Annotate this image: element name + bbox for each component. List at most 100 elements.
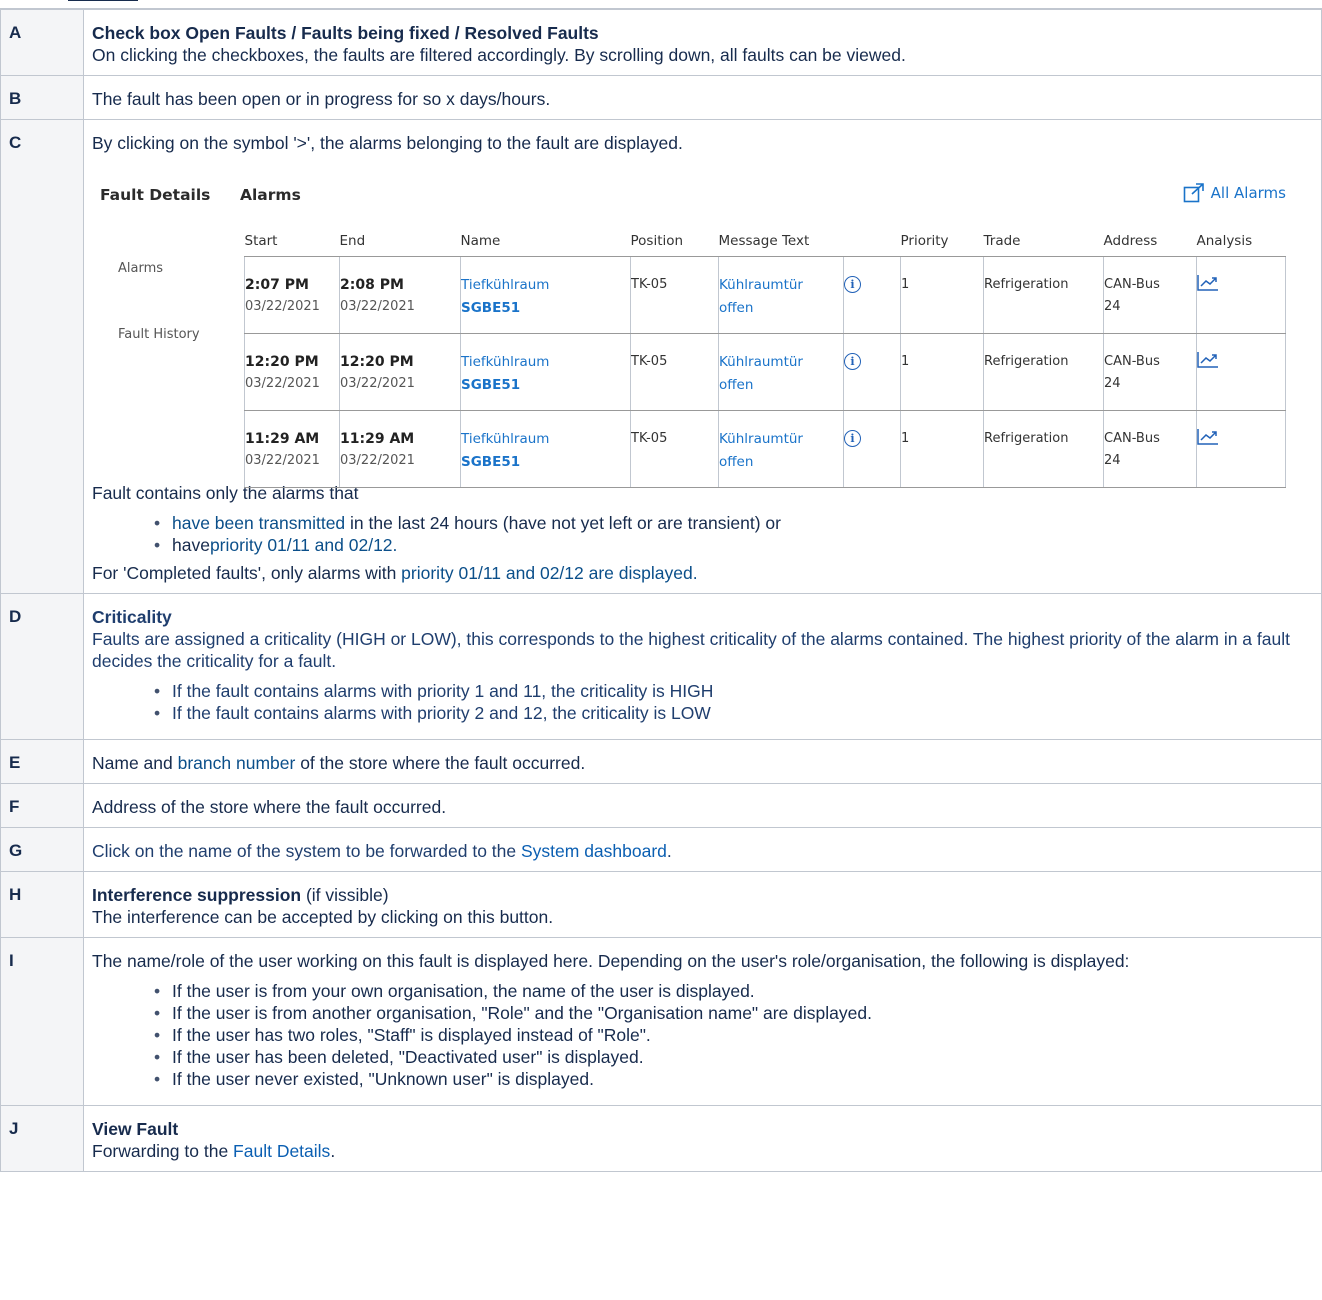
address-cell: CAN-Bus 24 [1103, 256, 1197, 334]
column-header: Trade [983, 230, 1104, 257]
row-key: D [0, 593, 84, 740]
trend-chart-icon[interactable] [1197, 274, 1219, 292]
title-separator: / [449, 23, 465, 43]
row-content: The fault has been open or in progress f… [83, 75, 1322, 120]
message-line: offen [719, 300, 754, 316]
info-icon[interactable]: i [844, 276, 861, 293]
message-link[interactable]: Kühlraumtür offen [718, 333, 844, 411]
row-title: Criticality [92, 607, 172, 627]
end-date: 03/22/2021 [340, 376, 415, 391]
info-cell[interactable]: i [843, 256, 901, 334]
legend-row-g: G Click on the name of the system to be … [0, 827, 1322, 872]
alarms-table: Start End Name Position Message Text Pri… [244, 230, 1286, 488]
start-time: 2:07 PM [245, 277, 309, 293]
start-date: 03/22/2021 [245, 453, 320, 468]
title-part: Check box Open Faults [92, 23, 287, 43]
all-alarms-link[interactable]: All Alarms [1183, 182, 1286, 204]
side-nav-alarms[interactable]: Alarms [118, 258, 163, 280]
alarm-row: 2:07 PM 03/22/2021 2:08 PM 03/22/2021 Tief… [244, 256, 1286, 334]
trend-chart-icon[interactable] [1197, 351, 1219, 369]
start-cell: 11:29 AM 03/22/2021 [244, 410, 340, 488]
address-line: 24 [1104, 453, 1121, 468]
info-icon[interactable]: i [844, 430, 861, 447]
row-text: By clicking on the symbol '>', the alarm… [92, 133, 683, 153]
column-header: Position [630, 230, 719, 257]
trade-cell: Refrigeration [983, 410, 1104, 488]
end-cell: 12:20 PM 03/22/2021 [339, 333, 461, 411]
row-content: Criticality Faults are assigned a critic… [83, 593, 1322, 740]
start-time: 12:20 PM [245, 354, 319, 370]
row-text: The fault has been open or in progress f… [92, 89, 551, 109]
row-key: F [0, 783, 84, 828]
row-text: On clicking the checkboxes, the faults a… [92, 45, 906, 65]
analysis-cell[interactable] [1196, 410, 1286, 488]
fault-details-link[interactable]: Fault Details [233, 1141, 330, 1161]
column-header: Start [244, 230, 340, 257]
position-cell: TK-05 [630, 333, 719, 411]
bullet-list: If the user is from your own organisatio… [92, 980, 1313, 1090]
bullet-part: in the last 24 hours (have not yet left … [345, 513, 781, 533]
row-key: J [0, 1105, 84, 1172]
end-time: 12:20 PM [340, 354, 414, 370]
row-content: View Fault Forwarding to the Fault Detai… [83, 1105, 1322, 1172]
row-key: I [0, 937, 84, 1106]
alarms-heading: Alarms [240, 186, 301, 204]
column-header: Priority [900, 230, 984, 257]
list-item: If the user is from your own organisatio… [154, 980, 1313, 1002]
analysis-cell[interactable] [1196, 256, 1286, 334]
message-link[interactable]: Kühlraumtür offen [718, 410, 844, 488]
legend-row-i: I The name/role of the user working on t… [0, 937, 1322, 1106]
name-link[interactable]: Tiefkühlraum SGBE51 [460, 410, 631, 488]
info-cell[interactable]: i [843, 333, 901, 411]
list-item: If the user never existed, "Unknown user… [154, 1068, 1313, 1090]
address-cell: CAN-Bus 24 [1103, 333, 1197, 411]
column-header: Address [1103, 230, 1197, 257]
start-cell: 2:07 PM 03/22/2021 [244, 256, 340, 334]
branch-number-text: branch number [177, 753, 296, 773]
alarms-screenshot: Fault Details Alarms All Alarms Alarms F… [92, 174, 1292, 488]
bullet-part: have been transmitted [172, 513, 346, 533]
text-part: . [666, 841, 672, 861]
row-key: E [0, 739, 84, 784]
system-dashboard-link[interactable]: System dashboard [521, 841, 667, 861]
row-text: The interference can be accepted by clic… [92, 907, 554, 927]
info-icon[interactable]: i [844, 353, 861, 370]
message-link[interactable]: Kühlraumtür offen [718, 256, 844, 334]
priority-cell: 1 [900, 333, 984, 411]
legend-row-d: D Criticality Faults are assigned a crit… [0, 593, 1322, 740]
address-line: CAN-Bus [1104, 277, 1160, 292]
row-title: View Fault [92, 1119, 179, 1139]
name-link[interactable]: Tiefkühlraum SGBE51 [460, 333, 631, 411]
row-content: The name/role of the user working on thi… [83, 937, 1322, 1106]
trend-chart-icon[interactable] [1197, 428, 1219, 446]
list-item: If the fault contains alarms with priori… [154, 680, 1313, 702]
trade-cell: Refrigeration [983, 333, 1104, 411]
text-part: priority 01/11 and 02/12 are displayed. [401, 563, 698, 583]
end-cell: 11:29 AM 03/22/2021 [339, 410, 461, 488]
row-text: The name/role of the user working on thi… [92, 951, 1130, 971]
name-link[interactable]: Tiefkühlraum SGBE51 [460, 256, 631, 334]
position-cell: TK-05 [630, 256, 719, 334]
heading-fragment [68, 0, 138, 1]
title-part: Interference suppression [92, 885, 302, 905]
alarms-header-row: Start End Name Position Message Text Pri… [244, 230, 1286, 257]
title-suffix: (if vissible) [301, 885, 389, 905]
side-nav-fault-history[interactable]: Fault History [118, 324, 200, 346]
info-cell[interactable]: i [843, 410, 901, 488]
column-header: End [339, 230, 461, 257]
row-content: Address of the store where the fault occ… [83, 783, 1322, 828]
analysis-cell[interactable] [1196, 333, 1286, 411]
end-date: 03/22/2021 [340, 453, 415, 468]
row-text: Click on the name of the system to be fo… [92, 840, 1313, 862]
name-line: SGBE51 [461, 300, 521, 316]
list-item: If the fault contains alarms with priori… [154, 702, 1313, 724]
name-line: SGBE51 [461, 454, 521, 470]
text-part: faults', only alarms with [215, 563, 402, 583]
end-time: 2:08 PM [340, 277, 404, 293]
name-line: Tiefkühlraum [461, 431, 550, 447]
row-content: Interference suppression (if vissible) T… [83, 871, 1322, 938]
column-header [843, 230, 901, 257]
start-date: 03/22/2021 [245, 376, 320, 391]
row-key: B [0, 75, 84, 120]
legend-row-c: C By clicking on the symbol '>', the ala… [0, 119, 1322, 594]
